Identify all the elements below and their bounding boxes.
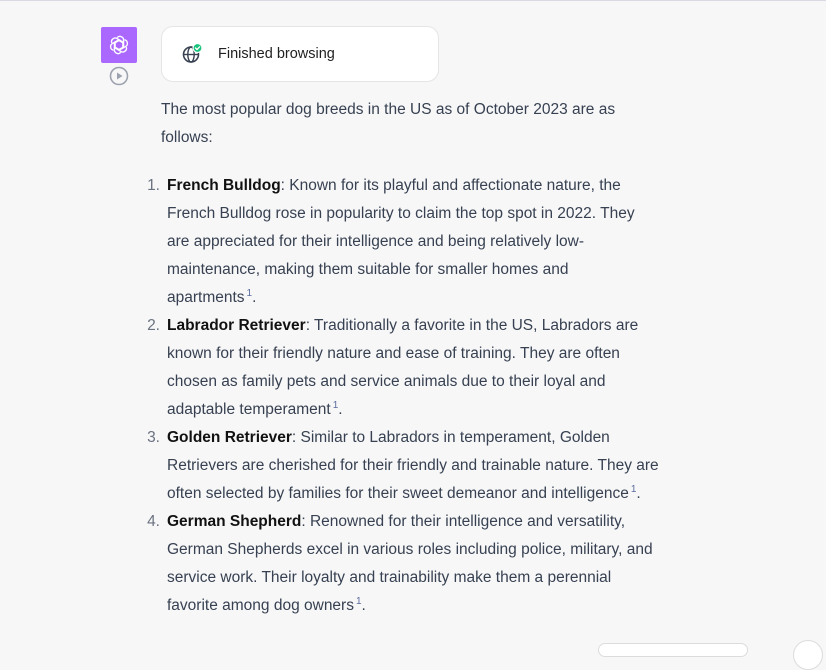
list-item: 2. Labrador Retriever: Traditionally a f…	[147, 312, 661, 424]
list-item: 3. Golden Retriever: Similar to Labrador…	[147, 424, 661, 508]
globe-check-icon	[181, 42, 203, 65]
sentence-end: .	[252, 289, 257, 306]
scroll-down-button[interactable]	[793, 640, 823, 670]
breed-name: French Bulldog	[167, 177, 281, 194]
top-divider	[0, 0, 826, 1]
sentence-end: .	[636, 485, 641, 502]
list-number: 1.	[147, 177, 160, 194]
browsing-status-card[interactable]: Finished browsing	[161, 26, 439, 82]
list-item: 4. German Shepherd: Renowned for their i…	[147, 508, 661, 620]
assistant-message: The most popular dog breeds in the US as…	[147, 96, 661, 620]
regenerate-button[interactable]	[598, 643, 748, 657]
breed-name: Golden Retriever	[167, 429, 292, 446]
sentence-end: .	[361, 597, 366, 614]
read-aloud-button[interactable]	[108, 65, 130, 87]
list-number: 3.	[147, 429, 160, 446]
list-number: 4.	[147, 513, 160, 530]
play-circle-icon	[109, 66, 129, 86]
list-number: 2.	[147, 317, 160, 334]
breed-description: : Known for its playful and affectionate…	[167, 177, 635, 306]
openai-logo-icon	[109, 35, 129, 55]
list-item: 1. French Bulldog: Known for its playful…	[147, 172, 661, 312]
browsing-status-label: Finished browsing	[218, 46, 335, 62]
breed-name: Labrador Retriever	[167, 317, 306, 334]
breed-name: German Shepherd	[167, 513, 302, 530]
assistant-avatar	[101, 27, 137, 63]
sentence-end: .	[338, 401, 343, 418]
breed-list: 1. French Bulldog: Known for its playful…	[147, 172, 661, 620]
message-intro: The most popular dog breeds in the US as…	[161, 101, 616, 146]
